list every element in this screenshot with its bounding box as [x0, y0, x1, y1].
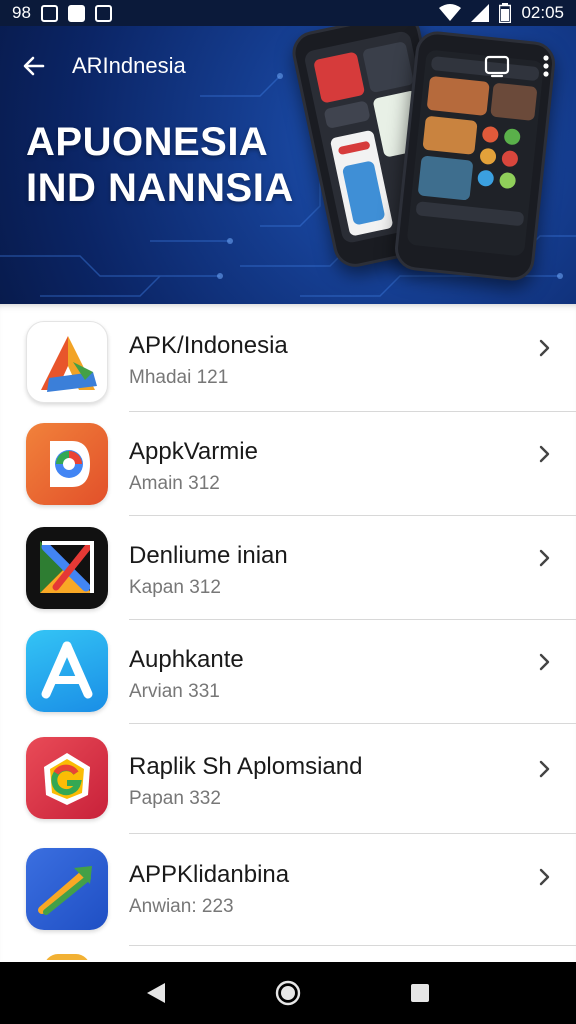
list-item[interactable]: Auphkante Arvian 331 [0, 620, 576, 724]
auphkante-logo-icon [26, 630, 108, 712]
chevron-right-icon [534, 337, 556, 359]
battery-icon [499, 3, 512, 23]
back-triangle-icon [147, 983, 165, 1003]
more-vert-icon [543, 55, 549, 77]
appklidanbina-logo-icon [26, 848, 108, 930]
chevron-right-icon [534, 866, 556, 888]
header-banner: ARIndnesia APUONESIA IND NANNSIA [0, 26, 576, 304]
wifi-icon [439, 4, 462, 21]
banner-headline-2: IND NANNSIA [26, 166, 294, 210]
next-app-icon-partial [44, 954, 90, 960]
gallery-icon [94, 4, 112, 22]
appkvarmie-logo-icon [26, 423, 108, 505]
nav-recents-button[interactable] [400, 973, 440, 1013]
recents-square-icon [411, 984, 429, 1002]
signal-icon [471, 4, 490, 22]
status-bar: 98 02:05 [0, 0, 576, 26]
cast-button[interactable] [481, 50, 513, 82]
notification-icon [40, 4, 58, 22]
chevron-right-icon [534, 547, 556, 569]
list-item[interactable]: APPKlidanbina Anwian: 223 [0, 834, 576, 946]
chevron-right-icon [534, 651, 556, 673]
app-subtitle: Kapan 312 [129, 577, 221, 598]
list-item[interactable]: Raplik Sh Aplomsiand Papan 332 [0, 724, 576, 834]
divider [129, 945, 576, 946]
app-name: AppkVarmie [129, 438, 258, 465]
back-button[interactable] [16, 48, 52, 84]
status-time: 02:05 [521, 3, 564, 22]
list-item[interactable]: APK/Indonesia Mhadai 121 [0, 304, 576, 412]
status-left: 98 [12, 3, 112, 23]
app-name: APPKlidanbina [129, 861, 290, 888]
app-name: Denliume inian [129, 542, 288, 569]
app-subtitle: Amain 312 [129, 473, 220, 494]
app-name: APK/Indonesia [129, 332, 288, 359]
app-name: Raplik Sh Aplomsiand [129, 753, 363, 780]
apk-indonesia-logo-icon [26, 321, 108, 403]
app-title: ARIndnesia [72, 53, 186, 78]
denliume-logo-icon [26, 527, 108, 609]
status-left-text: 98 [12, 3, 31, 22]
message-icon [67, 4, 85, 22]
raplik-logo-icon [26, 737, 108, 819]
app-subtitle: Anwian: 223 [129, 896, 234, 917]
app-list: APK/Indonesia Mhadai 121 AppkVarmie Amai… [0, 304, 576, 960]
banner-headline-1: APUONESIA [26, 120, 269, 164]
list-item[interactable]: AppkVarmie Amain 312 [0, 412, 576, 516]
nav-home-button[interactable] [268, 973, 308, 1013]
back-arrow-icon [23, 56, 45, 76]
app-name: Auphkante [129, 646, 244, 673]
app-subtitle: Arvian 331 [129, 681, 220, 702]
system-nav-bar [0, 962, 576, 1024]
home-circle-icon [275, 980, 301, 1006]
more-options-button[interactable] [530, 50, 562, 82]
chevron-right-icon [534, 758, 556, 780]
chevron-right-icon [534, 443, 556, 465]
nav-back-button[interactable] [136, 973, 176, 1013]
app-subtitle: Mhadai 121 [129, 367, 229, 388]
list-item[interactable]: Denliume inian Kapan 312 [0, 516, 576, 620]
app-subtitle: Papan 332 [129, 788, 221, 809]
status-right: 02:05 [439, 3, 564, 23]
cast-icon [484, 55, 510, 78]
